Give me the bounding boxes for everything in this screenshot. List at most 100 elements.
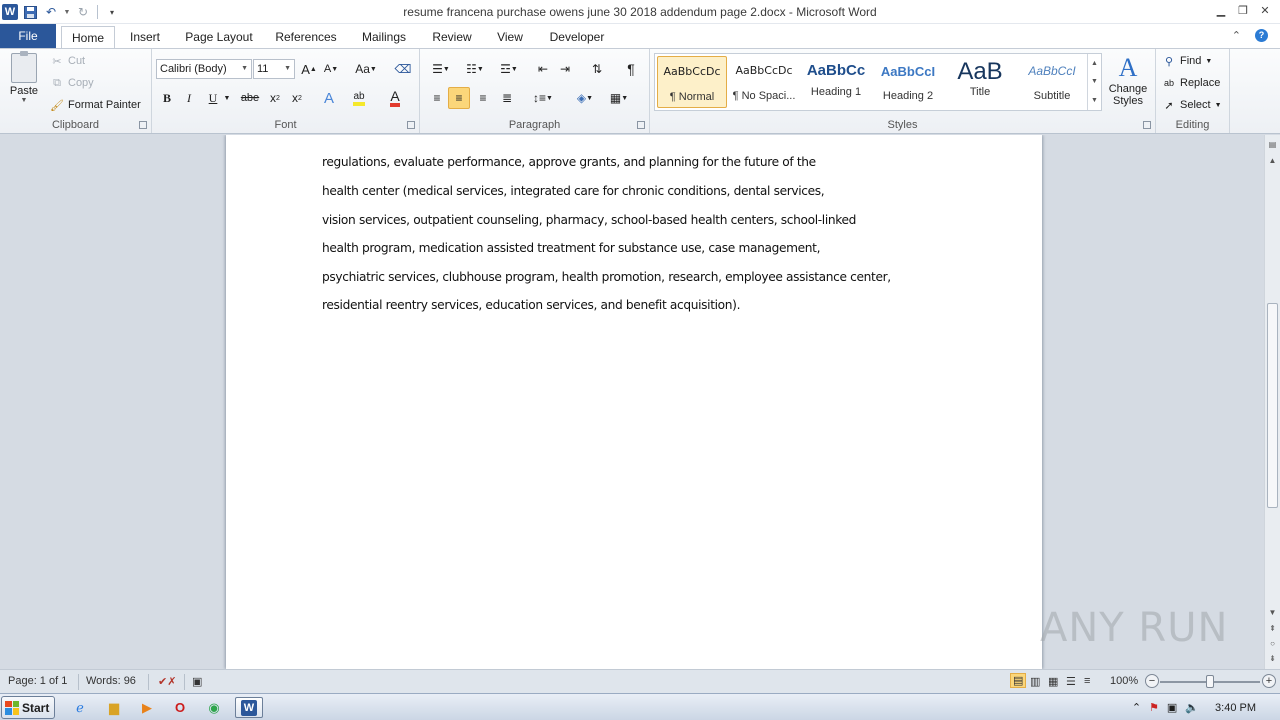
- underline-dropdown-icon[interactable]: ▼: [222, 87, 232, 109]
- copy-button[interactable]: ⧉ Copy: [50, 73, 94, 93]
- line-spacing-button[interactable]: ↕≡ ▼: [528, 87, 558, 109]
- chevron-up-icon[interactable]: ▲: [1091, 60, 1098, 67]
- change-case-button[interactable]: Aa ▼: [352, 58, 380, 80]
- bullets-button[interactable]: ☰ ▼: [426, 58, 456, 80]
- style-heading-2[interactable]: AaBbCcI Heading 2: [873, 56, 943, 108]
- bold-button[interactable]: B: [156, 87, 178, 109]
- tab-home[interactable]: Home: [61, 26, 115, 48]
- outline-view-icon[interactable]: ☰: [1066, 675, 1076, 688]
- paste-button[interactable]: Paste ▼: [6, 51, 42, 113]
- italic-button[interactable]: I: [178, 87, 200, 109]
- opera-icon[interactable]: O: [168, 697, 192, 718]
- scroll-up-icon[interactable]: ▲: [1265, 153, 1280, 168]
- shading-button[interactable]: ◈ ▼: [570, 87, 600, 109]
- draft-view-icon[interactable]: ≡: [1084, 675, 1090, 687]
- select-browse-object-icon[interactable]: ○: [1265, 636, 1280, 651]
- paragraph-dialog-launcher-icon[interactable]: [637, 121, 645, 129]
- decrease-indent-icon[interactable]: ⇤: [532, 58, 554, 80]
- document-line[interactable]: vision services, outpatient counseling, …: [322, 213, 856, 227]
- strikethrough-button[interactable]: abe: [238, 87, 262, 109]
- multilevel-list-button[interactable]: ☲ ▼: [494, 58, 524, 80]
- tab-review[interactable]: Review: [426, 26, 478, 48]
- font-name-combo[interactable]: Calibri (Body) ▼: [156, 59, 252, 79]
- document-line[interactable]: health center (medical services, integra…: [322, 184, 825, 198]
- document-page[interactable]: regulations, evaluate performance, appro…: [226, 135, 1042, 669]
- help-icon[interactable]: ?: [1255, 29, 1268, 42]
- word-taskbar-button[interactable]: W: [235, 697, 263, 718]
- minimize-ribbon-icon[interactable]: ⌃: [1232, 29, 1241, 42]
- vertical-scrollbar[interactable]: ▤ ▲ ▼ ⇞ ○ ⇟: [1264, 135, 1280, 669]
- action-center-icon[interactable]: ⚑: [1149, 701, 1159, 714]
- chevron-down-icon[interactable]: ▼: [1091, 78, 1098, 85]
- proofing-icon[interactable]: ✔✗: [158, 675, 176, 688]
- grow-font-button[interactable]: A ▲: [298, 58, 320, 80]
- more-styles-icon[interactable]: ▼: [1091, 97, 1098, 104]
- numbering-button[interactable]: ☷ ▼: [460, 58, 490, 80]
- previous-page-icon[interactable]: ⇞: [1265, 621, 1280, 636]
- font-color-button[interactable]: A: [384, 87, 406, 109]
- macro-recording-icon[interactable]: ▣: [192, 675, 202, 688]
- tab-insert[interactable]: Insert: [122, 26, 168, 48]
- web-layout-icon[interactable]: ▦: [1048, 675, 1058, 688]
- zoom-in-icon[interactable]: +: [1262, 674, 1276, 688]
- next-page-icon[interactable]: ⇟: [1265, 651, 1280, 666]
- tab-file[interactable]: File: [0, 24, 56, 48]
- styles-gallery-scroll[interactable]: ▲ ▼ ▼: [1087, 54, 1101, 110]
- shrink-font-button[interactable]: A ▼: [320, 58, 342, 80]
- subscript-button[interactable]: x2: [264, 87, 286, 109]
- text-effects-button[interactable]: A: [318, 87, 340, 109]
- minimize-icon[interactable]: ▁: [1212, 2, 1230, 18]
- select-button[interactable]: ➚ Select ▼: [1162, 95, 1221, 115]
- sort-icon[interactable]: ⇅: [586, 58, 608, 80]
- align-left-icon[interactable]: ≡: [426, 87, 448, 109]
- document-line[interactable]: regulations, evaluate performance, appro…: [322, 155, 816, 169]
- page-count[interactable]: Page: 1 of 1: [8, 675, 67, 687]
- print-layout-icon[interactable]: ▤: [1010, 673, 1027, 688]
- clear-formatting-icon[interactable]: ⌫: [392, 58, 414, 80]
- tab-developer[interactable]: Developer: [542, 26, 612, 48]
- replace-button[interactable]: ab Replace: [1162, 73, 1220, 93]
- ruler-toggle-icon[interactable]: ▤: [1265, 137, 1280, 152]
- tab-mailings[interactable]: Mailings: [354, 26, 414, 48]
- increase-indent-icon[interactable]: ⇥: [554, 58, 576, 80]
- scroll-down-icon[interactable]: ▼: [1265, 605, 1280, 620]
- zoom-out-icon[interactable]: −: [1145, 674, 1159, 688]
- cut-button[interactable]: ✂ Cut: [50, 51, 85, 71]
- justify-icon[interactable]: ≣: [496, 87, 518, 109]
- align-right-icon[interactable]: ≡: [472, 87, 494, 109]
- font-dialog-launcher-icon[interactable]: [407, 121, 415, 129]
- style-title[interactable]: AaB Title: [945, 56, 1015, 108]
- clipboard-dialog-launcher-icon[interactable]: [139, 121, 147, 129]
- style-heading-1[interactable]: AaBbCc Heading 1: [801, 56, 871, 108]
- full-screen-reading-icon[interactable]: ▥: [1030, 675, 1040, 688]
- restore-icon[interactable]: ❐: [1234, 2, 1252, 18]
- styles-dialog-launcher-icon[interactable]: [1143, 121, 1151, 129]
- tray-expand-icon[interactable]: ⌃: [1132, 701, 1141, 714]
- style-no-spacing[interactable]: AaBbCcDc ¶ No Spaci...: [729, 56, 799, 108]
- start-button[interactable]: Start: [1, 696, 55, 719]
- tab-page-layout[interactable]: Page Layout: [180, 26, 258, 48]
- superscript-button[interactable]: x2: [286, 87, 308, 109]
- volume-icon[interactable]: 🔈: [1185, 701, 1199, 714]
- style-normal[interactable]: AaBbCcDc ¶ Normal: [657, 56, 727, 108]
- zoom-slider-thumb[interactable]: [1206, 675, 1214, 688]
- highlight-button[interactable]: ab: [348, 87, 370, 109]
- find-button[interactable]: ⚲ Find ▼: [1162, 51, 1212, 71]
- zoom-level[interactable]: 100%: [1110, 675, 1138, 687]
- chrome-icon[interactable]: ◉: [202, 697, 226, 718]
- close-icon[interactable]: ✕: [1256, 2, 1274, 18]
- document-line[interactable]: health program, medication assisted trea…: [322, 241, 820, 255]
- font-size-combo[interactable]: 11 ▼: [253, 59, 295, 79]
- format-painter-button[interactable]: 🖌 Format Painter: [50, 95, 141, 115]
- word-count[interactable]: Words: 96: [86, 675, 136, 687]
- network-icon[interactable]: ▣: [1167, 701, 1177, 714]
- underline-button[interactable]: U: [202, 87, 224, 109]
- media-player-icon[interactable]: ▶: [135, 697, 159, 718]
- clock[interactable]: 3:40 PM: [1215, 702, 1256, 714]
- change-styles-button[interactable]: A Change Styles: [1104, 53, 1152, 107]
- tab-references[interactable]: References: [270, 26, 342, 48]
- style-subtitle[interactable]: AaBbCcI Subtitle: [1017, 56, 1087, 108]
- tab-view[interactable]: View: [490, 26, 530, 48]
- scrollbar-thumb[interactable]: [1267, 303, 1278, 508]
- borders-button[interactable]: ▦ ▼: [604, 87, 634, 109]
